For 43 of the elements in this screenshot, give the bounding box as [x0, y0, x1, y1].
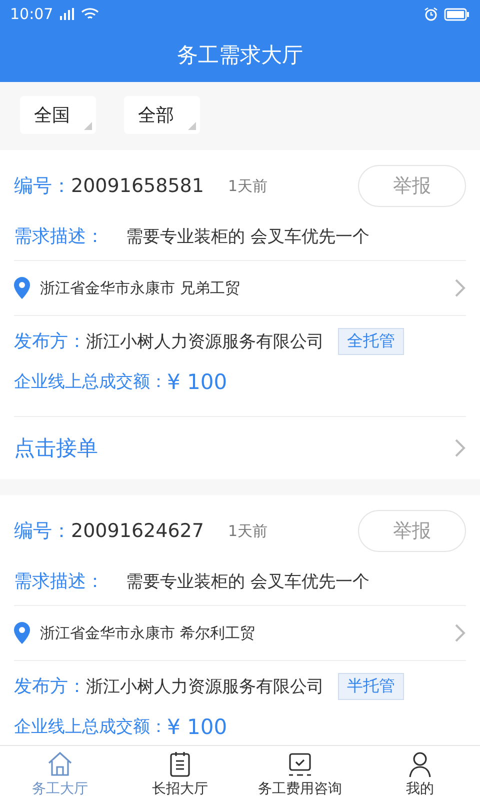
alarm-icon: [424, 7, 438, 21]
location-pin-icon: [14, 277, 30, 299]
clipboard-icon: [167, 750, 193, 778]
chevron-right-icon: [454, 623, 466, 643]
publisher-name: 浙江小树人力资源服务有限公司: [86, 330, 324, 352]
wifi-icon: [81, 8, 100, 20]
amount-value: ¥ 100: [167, 715, 228, 739]
description-text: 需要专业装柜的 会叉车优先一个: [126, 226, 370, 248]
page-title: 务工需求大厅: [177, 42, 303, 69]
chevron-right-icon: [454, 278, 466, 298]
signal-icon: [59, 8, 76, 20]
posted-time: 1天前: [228, 522, 268, 540]
id-number: 20091624627: [71, 520, 204, 542]
location-pin-icon: [14, 622, 30, 644]
location-row[interactable]: 浙江省金华市永康市 兄弟工贸: [14, 261, 466, 315]
amount-label: 企业线上总成交额：: [14, 716, 167, 738]
custody-tag: 全托管: [338, 328, 404, 354]
location-row[interactable]: 浙江省金华市永康市 希尔利工贸: [14, 606, 466, 660]
checked-screen-icon: [287, 750, 313, 778]
status-time: 10:07: [10, 5, 54, 23]
id-number: 20091658581: [71, 175, 204, 197]
description-label: 需求描述：: [14, 570, 104, 593]
corner-triangle-icon: [84, 122, 92, 130]
id-label: 编号：: [14, 519, 71, 544]
id-label: 编号：: [14, 174, 71, 199]
filter-dropdown[interactable]: 全国: [20, 96, 96, 134]
person-icon: [407, 750, 433, 778]
publisher-name: 浙江小树人力资源服务有限公司: [86, 676, 324, 698]
corner-triangle-icon: [188, 122, 196, 130]
description-label: 需求描述：: [14, 225, 104, 248]
description-text: 需要专业装柜的 会叉车优先一个: [126, 570, 370, 592]
chevron-right-icon: [454, 438, 466, 458]
amount-value: ¥ 100: [167, 370, 228, 394]
battery-icon: [444, 8, 470, 20]
home-icon: [47, 750, 73, 778]
posted-time: 1天前: [228, 176, 268, 196]
publisher-label: 发布方：: [14, 330, 86, 353]
filter-dropdown[interactable]: 全部: [124, 96, 200, 134]
amount-label: 企业线上总成交额：: [14, 371, 167, 393]
location-text: 浙江省金华市永康市 兄弟工贸: [40, 278, 240, 298]
publisher-label: 发布方：: [14, 675, 86, 698]
location-text: 浙江省金华市永康市 希尔利工贸: [40, 624, 255, 642]
custody-tag: 半托管: [338, 672, 404, 700]
